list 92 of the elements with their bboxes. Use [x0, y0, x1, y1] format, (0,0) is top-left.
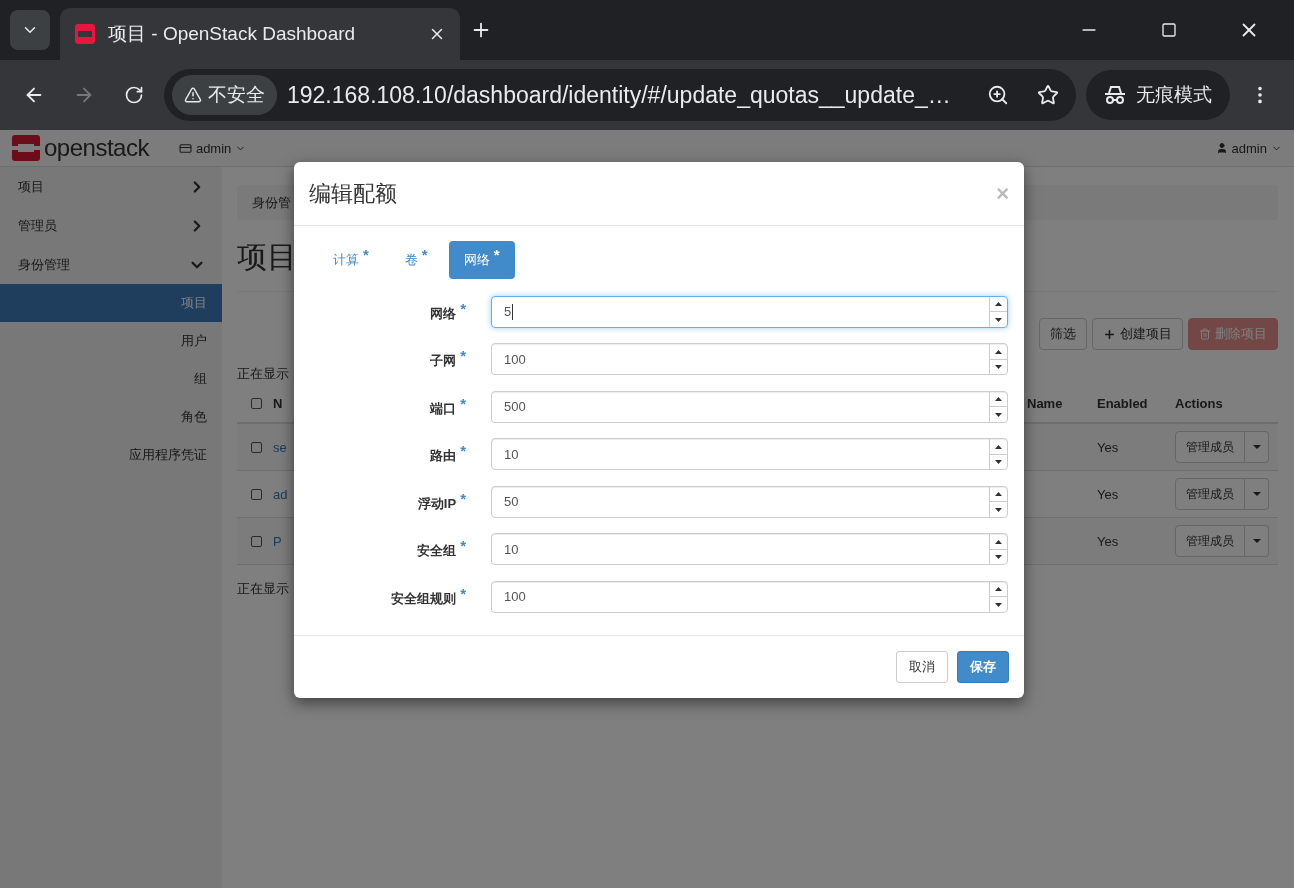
up-arrow-icon[interactable]	[995, 492, 1002, 496]
up-arrow-icon[interactable]	[995, 349, 1002, 354]
zoom-icon[interactable]	[987, 84, 1009, 106]
security-chip[interactable]: 不安全	[172, 75, 277, 115]
logo-icon	[12, 135, 40, 161]
page-title: 项目	[237, 239, 297, 275]
field-label: 路由	[430, 447, 457, 466]
column-header: Name	[1027, 395, 1063, 411]
manage-members-button[interactable]: 管理成员	[1175, 525, 1245, 557]
table-cell: Yes	[1097, 439, 1119, 455]
tab[interactable]: 计算 *	[318, 241, 384, 279]
action-button[interactable]: 筛选	[1039, 318, 1087, 350]
maximize-icon[interactable]	[1161, 22, 1177, 38]
up-arrow-icon[interactable]	[995, 397, 1002, 401]
star-icon[interactable]	[1037, 84, 1059, 106]
save-button[interactable]: 保存	[957, 650, 1009, 683]
warning-icon	[184, 86, 202, 104]
required-mark: *	[460, 300, 466, 316]
down-arrow-icon[interactable]	[995, 460, 1002, 464]
tab[interactable]: 网络 *	[448, 241, 515, 279]
checkbox[interactable]	[251, 488, 262, 500]
plus-icon	[1103, 327, 1116, 341]
manage-members-button[interactable]: 管理成员	[1175, 478, 1245, 510]
number-field[interactable]: 10	[491, 533, 1008, 566]
up-arrow-icon[interactable]	[995, 539, 1002, 544]
tab[interactable]: 卷 *	[389, 241, 443, 279]
brand-name: openstack	[44, 134, 149, 162]
field-label: 端口	[430, 399, 457, 418]
up-arrow-icon[interactable]	[995, 302, 1002, 306]
down-arrow-icon[interactable]	[995, 555, 1002, 559]
caret-icon	[1252, 492, 1261, 496]
cancel-button[interactable]: 取消	[896, 650, 948, 683]
project-link[interactable]: P	[273, 533, 282, 549]
manage-members-button[interactable]: 管理成员	[1175, 431, 1245, 463]
table-info: 正在显示	[237, 365, 289, 383]
up-arrow-icon[interactable]	[995, 444, 1002, 449]
project-menu[interactable]: admin	[178, 140, 247, 156]
address-bar[interactable]: 192.168.108.10/dashboard/identity/#/update_quotas__update_…	[287, 81, 968, 109]
sidebar-subitem[interactable]: 角色	[0, 398, 222, 436]
required-mark: *	[460, 348, 466, 364]
field-label: 网络	[430, 304, 457, 323]
caret-icon	[1252, 445, 1261, 449]
sidebar-subitem[interactable]: 用户	[0, 322, 222, 360]
down-arrow-icon[interactable]	[995, 412, 1002, 417]
field-label: 浮动IP	[417, 494, 457, 513]
field-label: 子网	[430, 352, 457, 371]
down-arrow-icon[interactable]	[995, 507, 1002, 512]
user-icon	[1215, 142, 1228, 154]
number-field[interactable]: 10	[491, 438, 1008, 471]
browser-tab[interactable]: 项目 - OpenStack Dashboard	[60, 8, 460, 60]
checkbox[interactable]	[251, 397, 262, 409]
action-button[interactable]: 创建项目	[1092, 318, 1183, 350]
column-header: Actions	[1175, 395, 1223, 411]
user-menu[interactable]: admin	[1215, 140, 1282, 156]
number-field[interactable]: 100	[491, 580, 1008, 613]
down-arrow-icon[interactable]	[995, 317, 1002, 322]
incognito-icon	[1104, 85, 1126, 105]
sidebar-subitem[interactable]: 组	[0, 360, 222, 398]
required-mark: *	[460, 538, 466, 554]
required-mark: *	[460, 490, 466, 506]
card-icon	[178, 141, 192, 155]
number-field[interactable]: 100	[491, 343, 1008, 376]
tab-title: 项目 - OpenStack Dashboard	[108, 22, 357, 46]
down-arrow-icon[interactable]	[995, 602, 1002, 607]
table-cell: Yes	[1097, 486, 1119, 502]
down-arrow-icon[interactable]	[995, 365, 1002, 369]
project-link[interactable]: se	[273, 439, 287, 455]
project-link[interactable]: ad	[273, 486, 288, 502]
column-header: Enabled	[1097, 395, 1148, 411]
required-mark: *	[460, 443, 466, 459]
sidebar-subitem[interactable]: 项目	[0, 284, 222, 322]
column-header: N	[273, 395, 283, 411]
logo-icon	[74, 23, 96, 45]
field-label: 安全组规则	[391, 589, 457, 608]
number-field[interactable]: 500	[491, 390, 1008, 423]
checkbox[interactable]	[251, 441, 262, 453]
number-field[interactable]: 50	[491, 485, 1008, 518]
checkbox[interactable]	[251, 535, 262, 547]
sidebar-item[interactable]: 管理员	[0, 206, 222, 245]
field-label: 安全组	[417, 542, 457, 561]
up-arrow-icon[interactable]	[995, 587, 1002, 591]
number-field[interactable]: 5	[491, 295, 1008, 328]
sidebar-item[interactable]: 项目	[0, 167, 222, 206]
incognito-button[interactable]: 无痕模式	[1086, 70, 1230, 120]
sidebar-item[interactable]: 身份管理	[0, 245, 222, 284]
caret-icon	[1252, 539, 1261, 543]
sidebar-subitem[interactable]: 应用程序凭证	[0, 436, 222, 474]
table-footer: 正在显示	[237, 579, 289, 599]
reload-icon[interactable]	[124, 85, 144, 105]
required-mark: *	[460, 585, 466, 601]
required-mark: *	[460, 395, 466, 411]
table-cell: Yes	[1097, 533, 1119, 549]
